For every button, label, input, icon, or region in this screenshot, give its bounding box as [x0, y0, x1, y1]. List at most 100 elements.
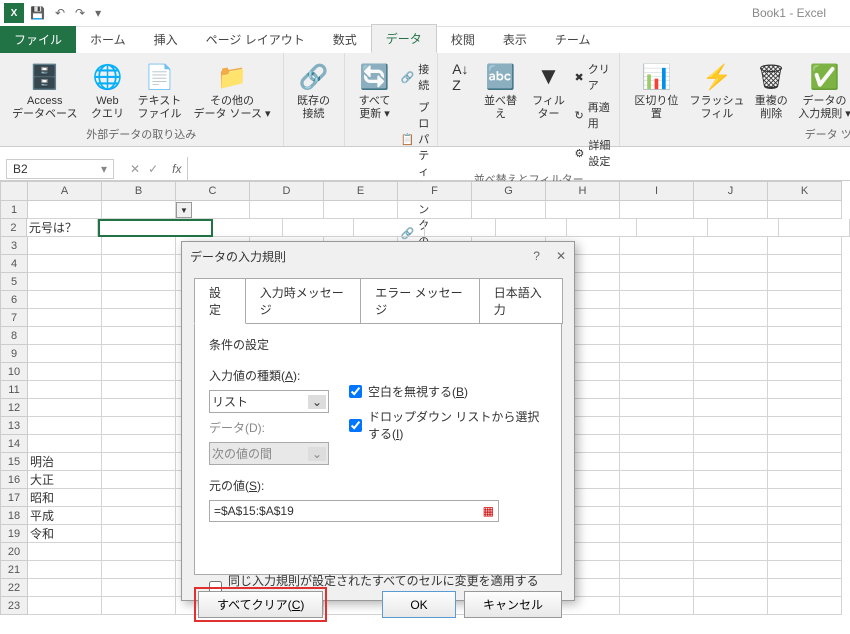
col-header[interactable]: F	[398, 181, 472, 201]
ignore-blank-checkbox[interactable]: 空白を無視する(B)	[349, 383, 547, 400]
cell[interactable]	[768, 345, 842, 363]
from-other-button[interactable]: 📁その他の データ ソース ▾	[189, 59, 274, 123]
cell[interactable]	[694, 597, 768, 615]
refresh-all-button[interactable]: 🔄すべて 更新 ▾	[353, 59, 397, 123]
cell[interactable]	[694, 561, 768, 579]
row-header[interactable]: 17	[0, 489, 28, 507]
cell[interactable]	[768, 381, 842, 399]
text-to-columns-button[interactable]: 📊区切り位置	[628, 59, 685, 123]
cell[interactable]	[779, 219, 850, 237]
row-header[interactable]: 7	[0, 309, 28, 327]
cell[interactable]	[620, 273, 694, 291]
row-header[interactable]: 14	[0, 435, 28, 453]
sort-button[interactable]: 🔤並べ替え	[479, 59, 523, 123]
cell[interactable]	[102, 345, 176, 363]
ok-button[interactable]: OK	[382, 591, 456, 618]
cell[interactable]	[768, 597, 842, 615]
cell[interactable]	[694, 237, 768, 255]
cell[interactable]	[694, 579, 768, 597]
row-header[interactable]: 20	[0, 543, 28, 561]
in-cell-dropdown-checkbox[interactable]: ドロップダウン リストから選択する(I)	[349, 408, 547, 442]
cell[interactable]	[28, 309, 102, 327]
cell[interactable]	[102, 507, 176, 525]
cell[interactable]	[768, 273, 842, 291]
cell[interactable]	[620, 327, 694, 345]
cell[interactable]	[102, 471, 176, 489]
source-input[interactable]: =$A$15:$A$19▦	[209, 500, 499, 522]
cell[interactable]	[28, 363, 102, 381]
filter-button[interactable]: ▼フィルター	[527, 59, 571, 123]
cell[interactable]	[546, 201, 620, 219]
cell[interactable]	[620, 381, 694, 399]
cell[interactable]	[102, 525, 176, 543]
cell[interactable]	[28, 561, 102, 579]
cell[interactable]	[620, 561, 694, 579]
cell[interactable]	[472, 201, 546, 219]
cell[interactable]	[283, 219, 354, 237]
col-header[interactable]: C	[176, 181, 250, 201]
cell[interactable]	[28, 237, 102, 255]
col-header[interactable]: B	[102, 181, 176, 201]
cell[interactable]	[768, 561, 842, 579]
cell[interactable]	[620, 399, 694, 417]
cell[interactable]	[102, 579, 176, 597]
cell[interactable]	[620, 237, 694, 255]
cell[interactable]	[694, 489, 768, 507]
remove-duplicates-button[interactable]: 🗑重複の 削除	[749, 59, 793, 123]
cell[interactable]	[768, 471, 842, 489]
cell[interactable]	[768, 579, 842, 597]
cell[interactable]	[28, 291, 102, 309]
cell[interactable]	[620, 507, 694, 525]
cell[interactable]	[102, 291, 176, 309]
tab-view[interactable]: 表示	[489, 26, 541, 53]
clear-all-button[interactable]: すべてクリア(C)	[198, 591, 323, 618]
cell[interactable]: 昭和	[28, 489, 102, 507]
cell[interactable]	[28, 597, 102, 615]
row-header[interactable]: 13	[0, 417, 28, 435]
cell[interactable]	[567, 219, 638, 237]
cell[interactable]	[620, 363, 694, 381]
cell[interactable]	[694, 309, 768, 327]
row-header[interactable]: 4	[0, 255, 28, 273]
cell[interactable]: 大正	[28, 471, 102, 489]
cell[interactable]	[620, 453, 694, 471]
flash-fill-button[interactable]: ⚡フラッシュ フィル	[689, 59, 746, 123]
tab-team[interactable]: チーム	[541, 26, 605, 53]
cell[interactable]	[102, 237, 176, 255]
allow-dropdown[interactable]: リスト⌄	[209, 390, 329, 413]
cell[interactable]	[28, 345, 102, 363]
from-web-button[interactable]: 🌐Web クエリ	[85, 59, 129, 123]
cell[interactable]	[620, 489, 694, 507]
data-validation-button[interactable]: ✅データの 入力規則 ▾	[797, 59, 850, 123]
cell[interactable]	[694, 381, 768, 399]
cell[interactable]	[768, 489, 842, 507]
cell[interactable]	[28, 543, 102, 561]
cell[interactable]	[620, 291, 694, 309]
cell[interactable]	[425, 219, 496, 237]
row-header[interactable]: 6	[0, 291, 28, 309]
row-header[interactable]: 22	[0, 579, 28, 597]
tab-formulas[interactable]: 数式	[319, 26, 371, 53]
col-header[interactable]: E	[324, 181, 398, 201]
cell[interactable]	[768, 201, 842, 219]
cell[interactable]	[694, 399, 768, 417]
row-header[interactable]: 2	[0, 219, 27, 237]
cell[interactable]	[28, 327, 102, 345]
cell[interactable]	[637, 219, 708, 237]
cell[interactable]	[694, 507, 768, 525]
cancel-button[interactable]: キャンセル	[464, 591, 562, 618]
cell[interactable]: 明治	[28, 453, 102, 471]
dialog-tab-input[interactable]: 入力時メッセージ	[245, 278, 362, 324]
cell[interactable]	[213, 219, 284, 237]
cell[interactable]	[620, 201, 694, 219]
cell[interactable]	[354, 219, 425, 237]
row-header[interactable]: 12	[0, 399, 28, 417]
cell[interactable]	[768, 309, 842, 327]
cell[interactable]	[102, 489, 176, 507]
row-header[interactable]: 18	[0, 507, 28, 525]
cell[interactable]	[28, 435, 102, 453]
tab-insert[interactable]: 挿入	[140, 26, 192, 53]
row-header[interactable]: 15	[0, 453, 28, 471]
tab-home[interactable]: ホーム	[76, 26, 140, 53]
cell[interactable]	[694, 273, 768, 291]
